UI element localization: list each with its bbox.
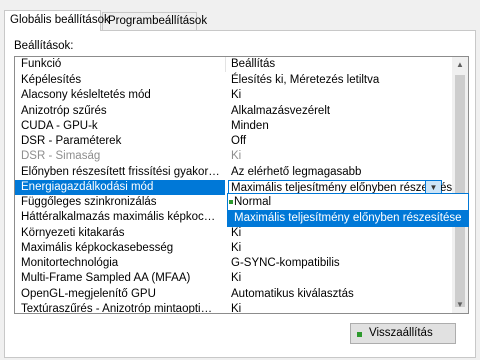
row-feature: DSR - Simaság [21, 150, 101, 163]
row-feature: Képélesítés [21, 74, 82, 86]
row-feature: OpenGL-megjelenítő GPU [21, 287, 156, 300]
table-row[interactable]: Monitortechnológia G-SYNC-kompatibilis [15, 256, 453, 271]
row-setting: Ki [231, 241, 242, 254]
row-setting: Minden [231, 119, 269, 132]
table-row[interactable]: Textúraszűrés - Anizotróp mintaoptimaliz… [15, 302, 453, 314]
row-setting: Az elérhető legmagasabb [231, 165, 362, 178]
power-mode-dropdown-list[interactable]: Normal Maximális teljesítmény előnyben r… [227, 193, 469, 227]
column-header-setting[interactable]: Beállítás [231, 58, 275, 71]
table-row[interactable]: Multi-Frame Sampled AA (MFAA) Ki [15, 271, 453, 286]
table-row[interactable]: Képélesítés Élesítés ki, Méretezés letilt… [15, 73, 453, 88]
row-feature: CUDA - GPU-k [21, 119, 98, 132]
row-feature: Alacsony késleltetés mód [21, 89, 151, 102]
table-row[interactable]: Előnyben részesített frissítési gyakoris… [15, 165, 453, 180]
tab-program-settings[interactable]: Programbeállítások [102, 12, 207, 30]
dropdown-option-max-performance[interactable]: Maximális teljesítmény előnyben részesít… [228, 210, 468, 226]
table-row[interactable]: Anizotróp szűrés Alkalmazásvezérelt [15, 104, 453, 119]
row-setting: Off [231, 135, 247, 147]
row-setting: Élesítés ki, Méretezés letiltva [231, 74, 380, 86]
row-feature: DSR - Paraméterek [21, 135, 122, 147]
row-setting: Automatikus kiválasztás [231, 287, 354, 300]
scroll-down-icon[interactable]: ▼ [452, 297, 468, 313]
row-feature: Függőleges szinkronizálás [21, 196, 157, 208]
row-setting: Alkalmazásvezérelt [231, 104, 331, 117]
row-setting: Ki [231, 272, 242, 285]
table-row[interactable]: Környezeti kitakarás Ki [15, 226, 453, 241]
column-divider[interactable] [225, 57, 226, 72]
table-row[interactable]: Maximális képkockasebesség Ki [15, 241, 453, 256]
dropdown-option-normal[interactable]: Normal [228, 194, 468, 210]
table-row[interactable]: DSR - Simaság Ki [15, 149, 453, 164]
restore-button-label: Visszaállítás [369, 327, 433, 339]
list-header: Funkció Beállítás [15, 57, 453, 72]
nvidia-indicator-icon [357, 332, 362, 337]
row-setting: G-SYNC-kompatibilis [231, 257, 340, 269]
row-feature: Anizotróp szűrés [21, 104, 107, 117]
row-feature: Energiagazdálkodási mód [15, 179, 225, 195]
scroll-thumb[interactable] [455, 75, 465, 307]
table-row[interactable]: CUDA - GPU-k Minden [15, 119, 453, 134]
restore-button[interactable]: Visszaállítás [350, 323, 456, 344]
row-setting: Ki [231, 89, 242, 102]
tab-global-settings[interactable]: Globális beállítások [4, 10, 110, 31]
row-feature: Monitortechnológia [21, 257, 119, 269]
dropdown-option-label: Maximális teljesítmény előnyben részesít… [234, 212, 462, 224]
column-header-feature[interactable]: Funkció [21, 58, 61, 71]
table-row[interactable]: Alacsony késleltetés mód Ki [15, 88, 453, 103]
dropdown-option-label: Normal [234, 196, 272, 208]
table-row[interactable]: DSR - Paraméterek Off [15, 134, 453, 149]
settings-label: Beállítások: [14, 40, 74, 52]
vertical-scrollbar[interactable]: ▲ ▼ [452, 57, 468, 313]
row-feature: Textúraszűrés - Anizotróp mintaoptimaliz… [21, 302, 221, 314]
row-setting: Ki [231, 226, 242, 239]
table-row[interactable]: OpenGL-megjelenítő GPU Automatikus kivála… [15, 287, 453, 302]
default-indicator-icon [229, 200, 233, 204]
row-setting: Ki [231, 302, 242, 314]
row-feature: Háttéralkalmazás maximális képkockasebes… [21, 211, 221, 224]
row-feature: Környezeti kitakarás [21, 226, 125, 239]
scroll-up-icon[interactable]: ▲ [452, 57, 468, 73]
row-feature: Előnyben részesített frissítési gyakoris… [21, 165, 221, 178]
row-feature: Maximális képkockasebesség [21, 241, 174, 254]
row-setting: Ki [231, 150, 242, 163]
settings-list[interactable]: Funkció Beállítás Képélesítés Élesítés ki… [14, 56, 469, 314]
row-feature: Multi-Frame Sampled AA (MFAA) [21, 272, 191, 285]
